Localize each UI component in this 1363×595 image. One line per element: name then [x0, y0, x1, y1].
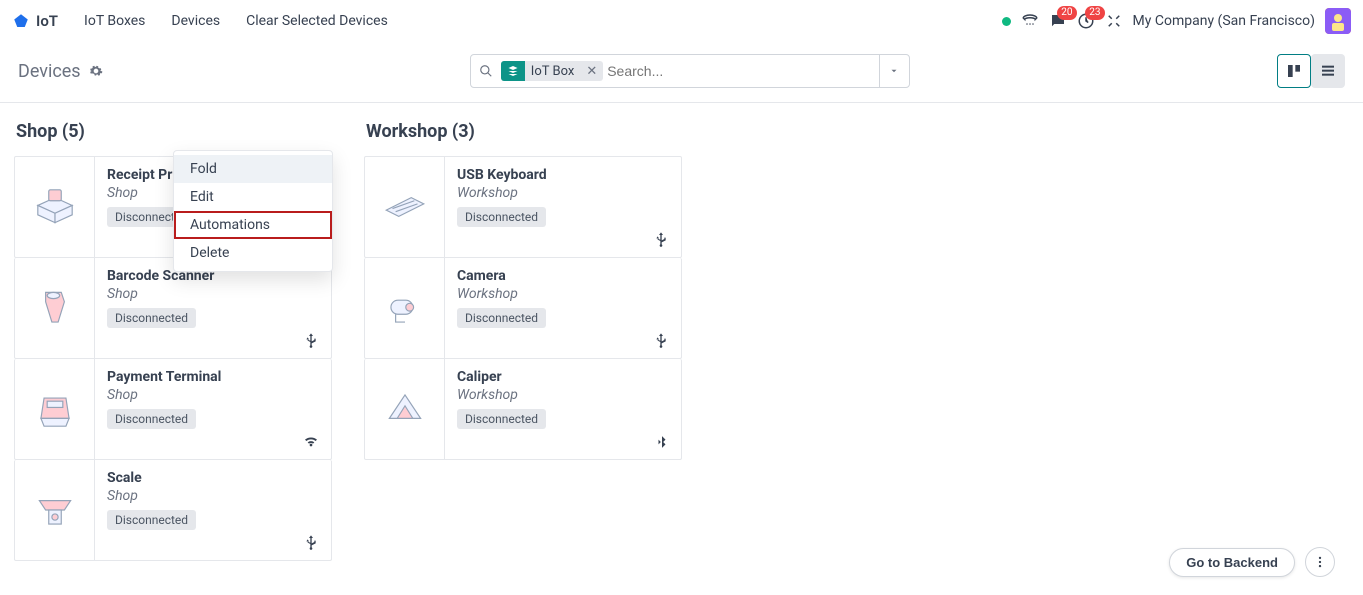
search-input[interactable] — [607, 63, 879, 79]
usb-icon — [303, 534, 319, 550]
voip-icon[interactable] — [1021, 12, 1039, 30]
user-avatar[interactable] — [1325, 8, 1351, 34]
device-location: Workshop — [457, 286, 669, 302]
app-name[interactable]: IoT — [36, 12, 58, 30]
search-icon — [471, 64, 501, 78]
device-thumb-camera — [365, 258, 445, 358]
status-badge: Disconnected — [457, 308, 546, 328]
device-card[interactable]: Scale Shop Disconnected — [14, 460, 332, 561]
ctx-fold[interactable]: Fold — [174, 155, 332, 183]
activities-badge: 23 — [1085, 6, 1104, 20]
usb-icon — [653, 231, 669, 247]
breadcrumb: Devices — [18, 61, 103, 82]
device-title: Caliper — [457, 369, 669, 385]
control-panel: Devices IoT Box ✕ — [0, 42, 1363, 103]
device-location: Shop — [107, 387, 319, 403]
kanban-view-button[interactable] — [1277, 54, 1311, 88]
messages-badge: 20 — [1057, 6, 1076, 20]
filter-chip: IoT Box ✕ — [501, 61, 603, 81]
app-icon — [12, 12, 30, 30]
presence-indicator — [1002, 17, 1011, 26]
kanban-column-workshop: Workshop (3) USB Keyboard Workshop Disco… — [364, 113, 682, 460]
company-switcher[interactable]: My Company (San Francisco) — [1133, 13, 1315, 29]
device-thumb-keyboard — [365, 157, 445, 257]
page-title: Devices — [18, 61, 81, 82]
card-body: Barcode Scanner Shop Disconnected — [95, 258, 331, 358]
status-badge: Disconnected — [107, 510, 196, 530]
device-thumb-terminal — [15, 359, 95, 459]
go-to-backend-button[interactable]: Go to Backend — [1169, 548, 1295, 577]
menu-iot-boxes[interactable]: IoT Boxes — [74, 9, 155, 33]
ctx-delete[interactable]: Delete — [174, 239, 332, 267]
ctx-edit[interactable]: Edit — [174, 183, 332, 211]
debug-icon[interactable] — [1105, 12, 1123, 30]
device-card[interactable]: Payment Terminal Shop Disconnected — [14, 359, 332, 460]
ctx-automations[interactable]: Automations — [174, 211, 332, 239]
device-thumb-scanner — [15, 258, 95, 358]
status-badge: Disconnected — [457, 409, 546, 429]
device-card[interactable]: USB Keyboard Workshop Disconnected — [364, 156, 682, 258]
device-location: Shop — [107, 488, 319, 504]
card-body: Payment Terminal Shop Disconnected — [95, 359, 331, 459]
filter-chip-remove[interactable]: ✕ — [580, 64, 603, 79]
wifi-icon — [303, 433, 319, 449]
device-location: Workshop — [457, 387, 669, 403]
footer-actions: Go to Backend — [1169, 547, 1335, 577]
card-body: Scale Shop Disconnected — [95, 460, 331, 560]
search-bar[interactable]: IoT Box ✕ — [470, 54, 910, 88]
device-title: USB Keyboard — [457, 167, 669, 183]
usb-icon — [653, 332, 669, 348]
status-badge: Disconnected — [457, 207, 546, 227]
filter-chip-label: IoT Box — [525, 62, 581, 81]
messages-icon[interactable]: 20 — [1049, 12, 1067, 30]
card-body: USB Keyboard Workshop Disconnected — [445, 157, 681, 257]
device-title: Scale — [107, 470, 319, 486]
view-switcher — [1277, 54, 1345, 88]
device-location: Shop — [107, 286, 319, 302]
menu-devices[interactable]: Devices — [161, 9, 230, 33]
device-location: Workshop — [457, 185, 669, 201]
device-card[interactable]: Camera Workshop Disconnected — [364, 258, 682, 359]
device-card[interactable]: Caliper Workshop Disconnected — [364, 359, 682, 460]
activities-icon[interactable]: 23 — [1077, 12, 1095, 30]
menu-clear-selected[interactable]: Clear Selected Devices — [236, 9, 398, 33]
device-thumb-caliper — [365, 359, 445, 459]
device-card[interactable]: Barcode Scanner Shop Disconnected — [14, 258, 332, 359]
top-nav: IoT IoT Boxes Devices Clear Selected Dev… — [0, 0, 1363, 42]
nav-right: 20 23 My Company (San Francisco) — [1002, 8, 1351, 34]
device-thumb-printer — [15, 157, 95, 257]
gear-icon[interactable] — [89, 64, 103, 78]
usb-icon — [303, 332, 319, 348]
footer-kebab-button[interactable] — [1305, 547, 1335, 577]
column-title[interactable]: Shop (5) — [16, 121, 332, 142]
search-options-toggle[interactable] — [879, 55, 909, 87]
column-context-menu: Fold Edit Automations Delete — [173, 150, 333, 272]
device-title: Camera — [457, 268, 669, 284]
column-title[interactable]: Workshop (3) — [366, 121, 682, 142]
card-body: Camera Workshop Disconnected — [445, 258, 681, 358]
bluetooth-icon — [655, 435, 669, 449]
device-title: Payment Terminal — [107, 369, 319, 385]
list-view-button[interactable] — [1311, 54, 1345, 88]
nav-left: IoT IoT Boxes Devices Clear Selected Dev… — [12, 9, 398, 33]
status-badge: Disconnected — [107, 409, 196, 429]
card-body: Caliper Workshop Disconnected — [445, 359, 681, 459]
group-by-icon — [501, 61, 525, 81]
device-thumb-scale — [15, 460, 95, 560]
status-badge: Disconnected — [107, 308, 196, 328]
